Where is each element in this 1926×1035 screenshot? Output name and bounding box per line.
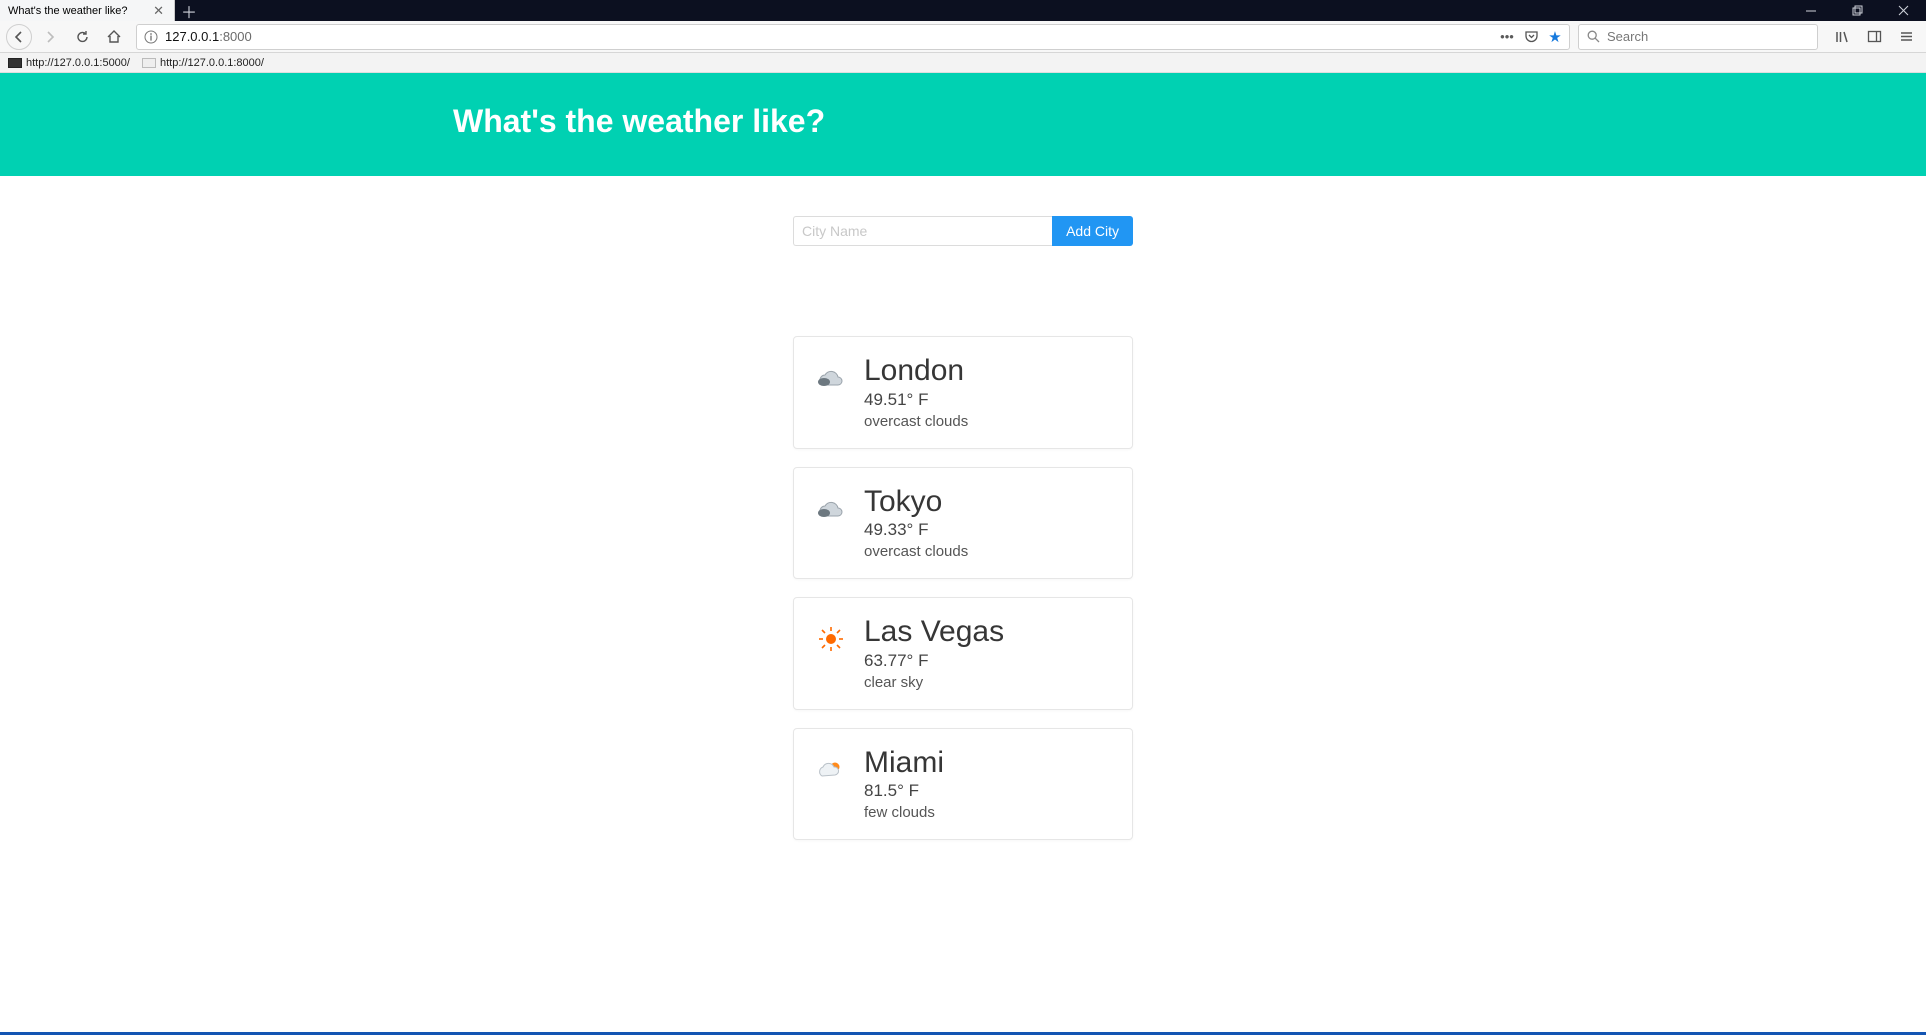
nav-toolbar: 127.0.0.1:8000 ••• ★ Search	[0, 21, 1926, 53]
tab-close-icon[interactable]: ✕	[149, 3, 168, 19]
tab-title: What's the weather like?	[8, 5, 143, 17]
pocket-icon[interactable]	[1523, 29, 1539, 45]
city-cards-list: London49.51° Fovercast cloudsTokyo49.33°…	[793, 336, 1133, 880]
window-maximize-button[interactable]	[1834, 0, 1880, 21]
page-hero: What's the weather like?	[0, 73, 1926, 176]
window-controls	[1788, 0, 1926, 21]
url-bar[interactable]: 127.0.0.1:8000 ••• ★	[136, 24, 1570, 50]
bookmark-label: http://127.0.0.1:5000/	[26, 57, 130, 69]
city-temp: 49.33° F	[864, 520, 968, 540]
city-card: Tokyo49.33° F overcast clouds	[793, 467, 1133, 580]
bookmark-item[interactable]: http://127.0.0.1:5000/	[8, 57, 130, 69]
add-city-button[interactable]: Add City	[1052, 216, 1133, 246]
city-desc: clear sky	[864, 674, 1004, 691]
url-port: :8000	[219, 29, 252, 44]
page-actions-icon[interactable]: •••	[1499, 29, 1515, 45]
weather-icon	[814, 361, 848, 395]
window-close-button[interactable]	[1880, 0, 1926, 21]
city-temp: 81.5° F	[864, 781, 944, 801]
weather-icon	[814, 492, 848, 526]
page-title: What's the weather like?	[453, 103, 1473, 140]
titlebar: What's the weather like? ✕ ＋	[0, 0, 1926, 21]
site-info-icon[interactable]	[143, 29, 159, 45]
city-desc: few clouds	[864, 804, 944, 821]
search-bar[interactable]: Search	[1578, 24, 1818, 50]
city-card: Las Vegas 63.77° F clear sky	[793, 597, 1133, 710]
city-name: Miami	[864, 747, 944, 779]
bookmark-item[interactable]: http://127.0.0.1:8000/	[142, 57, 264, 69]
bookmark-favicon-icon	[142, 58, 156, 68]
window-minimize-button[interactable]	[1788, 0, 1834, 21]
city-temp: 63.77° F	[864, 651, 1004, 671]
url-host: 127.0.0.1	[165, 29, 219, 44]
new-tab-button[interactable]: ＋	[175, 0, 203, 21]
bookmark-star-icon[interactable]: ★	[1547, 29, 1563, 45]
browser-tab-active[interactable]: What's the weather like? ✕	[0, 0, 175, 21]
search-placeholder: Search	[1607, 29, 1648, 44]
nav-back-button[interactable]	[6, 24, 32, 50]
app-menu-icon[interactable]	[1892, 24, 1920, 50]
url-text: 127.0.0.1:8000	[165, 29, 252, 44]
page-scroll-area[interactable]: What's the weather like? Add City London…	[0, 73, 1926, 1032]
nav-home-button[interactable]	[100, 24, 128, 50]
sidebar-toggle-icon[interactable]	[1860, 24, 1888, 50]
page-main: Add City London49.51° Fovercast cloudsTo…	[793, 216, 1133, 880]
city-card: London 49.51° F overcast clouds	[793, 336, 1133, 449]
city-name: Las Vegas	[864, 616, 1004, 648]
nav-reload-button[interactable]	[68, 24, 96, 50]
city-desc: overcast clouds	[864, 543, 968, 560]
weather-icon	[814, 622, 848, 656]
bookmark-favicon-icon	[8, 58, 22, 68]
bookmarks-toolbar: http://127.0.0.1:5000/ http://127.0.0.1:…	[0, 53, 1926, 73]
bookmark-label: http://127.0.0.1:8000/	[160, 57, 264, 69]
city-desc: overcast clouds	[864, 413, 968, 430]
city-temp: 49.51° F	[864, 390, 968, 410]
city-name: Tokyo	[864, 486, 968, 518]
city-name-input[interactable]	[793, 216, 1052, 246]
nav-forward-button[interactable]	[36, 24, 64, 50]
page-viewport: What's the weather like? Add City London…	[0, 73, 1926, 1032]
city-name: London	[864, 355, 968, 387]
weather-icon	[814, 753, 848, 787]
search-icon	[1585, 29, 1601, 45]
library-icon[interactable]	[1828, 24, 1856, 50]
add-city-row: Add City	[793, 216, 1133, 246]
city-card: Miami81.5° F few clouds	[793, 728, 1133, 841]
